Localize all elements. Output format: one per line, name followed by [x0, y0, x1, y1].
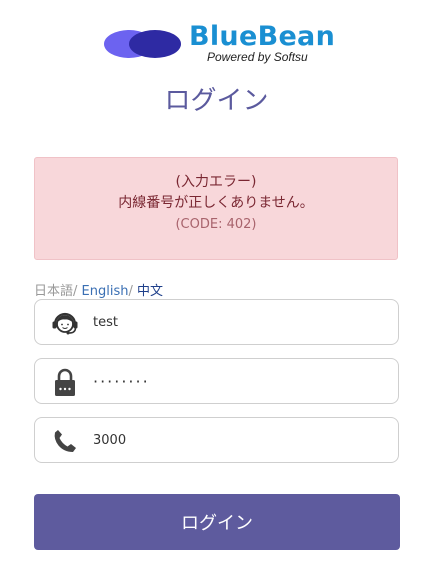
password-input[interactable] [93, 367, 373, 395]
alert-heading: (入力エラー) [175, 174, 257, 190]
error-alert: (入力エラー) 内線番号が正しくありません。 (CODE: 402) [34, 157, 398, 260]
lang-ja[interactable]: 日本語 [34, 284, 73, 299]
lang-separator: / [73, 284, 82, 299]
operator-headset-icon [52, 312, 78, 335]
alert-code: (CODE: 402) [175, 217, 257, 232]
lang-zh-link[interactable]: 中文 [137, 284, 163, 299]
alert-message: 内線番号が正しくありません。 [118, 195, 314, 211]
lock-icon [55, 368, 75, 396]
lang-separator: / [128, 284, 137, 299]
page-title: ログイン [164, 86, 269, 116]
phone-icon [54, 430, 76, 452]
username-field[interactable] [34, 299, 399, 345]
extension-field[interactable] [34, 417, 399, 463]
login-button[interactable]: ログイン [34, 494, 400, 550]
lang-en-link[interactable]: English [82, 284, 129, 299]
extension-input[interactable] [93, 426, 373, 454]
logo-ovals-icon [104, 30, 181, 58]
brand-name: BlueBean [189, 21, 336, 52]
brand-tagline: Powered by Softsu [207, 50, 308, 64]
username-input[interactable] [93, 308, 373, 336]
password-field[interactable] [34, 358, 399, 404]
language-switcher: 日本語/ English/ 中文 [34, 280, 163, 299]
brand-logo: BlueBean Powered by Softsu [103, 21, 336, 68]
